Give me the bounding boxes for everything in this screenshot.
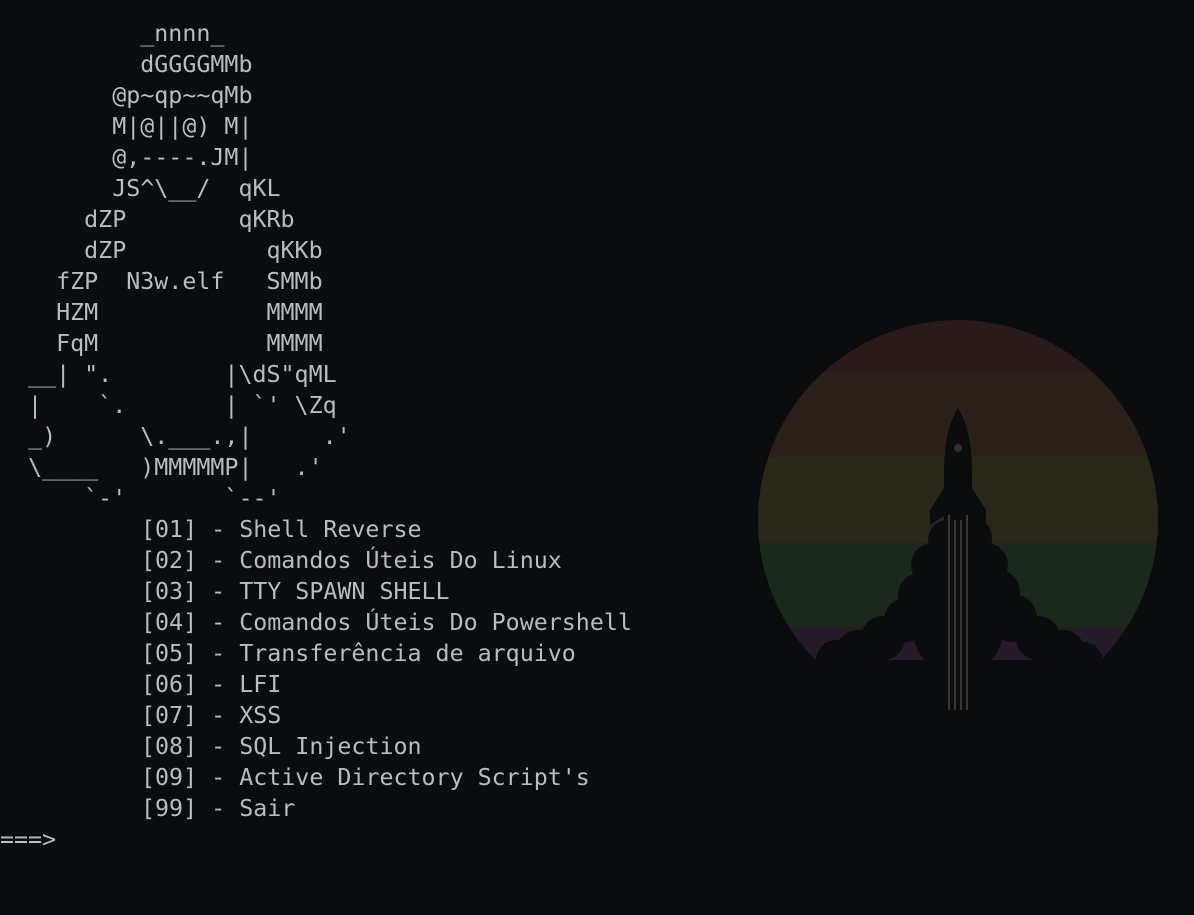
ascii-art-line: _) \.___.,| .' (0, 423, 351, 450)
ascii-art-line: @p~qp~~qMb (0, 82, 253, 109)
menu-item-label: XSS (239, 702, 282, 729)
menu-item-separator: - (197, 609, 240, 636)
menu-item-separator: - (197, 547, 240, 574)
menu-item-label: TTY SPAWN SHELL (239, 578, 450, 605)
menu-item-separator: - (197, 733, 240, 760)
ascii-art-line: HZM MMMM (0, 299, 323, 326)
menu-item: [02] - Comandos Úteis Do Linux (141, 545, 562, 576)
prompt-arrow: ===> (0, 826, 57, 853)
menu-item: [09] - Active Directory Script's (141, 762, 590, 793)
ascii-art-line: | `. | `' \Zq (0, 392, 337, 419)
menu-item-number: [07] (141, 702, 198, 729)
menu-item-separator: - (197, 764, 240, 791)
terminal-window[interactable]: _nnnn_ dGGGGMMb @p~qp~~qMb M|@||@) M| @,… (0, 0, 1194, 915)
menu-item-number: [01] (141, 516, 198, 543)
menu-item-number: [99] (141, 795, 198, 822)
ascii-art-line: dZP qKRb (0, 206, 295, 233)
menu-item-separator: - (197, 702, 240, 729)
ascii-art-line: `-' `--' (0, 485, 281, 512)
wallpaper-rocket-sunset (758, 320, 1158, 720)
menu-item-separator: - (197, 671, 240, 698)
ascii-art-line: dGGGGMMb (0, 51, 253, 78)
menu-item-label: Active Directory Script's (239, 764, 590, 791)
menu-item-number: [09] (141, 764, 198, 791)
ascii-art-line: M|@||@) M| (0, 113, 253, 140)
ascii-art-line: \____ )MMMMMP| .' (0, 454, 323, 481)
menu-item: [99] - Sair (141, 793, 295, 824)
menu-item-label: Comandos Úteis Do Linux (239, 547, 562, 574)
ascii-art-line: _nnnn_ (0, 20, 225, 47)
menu-item: [08] - SQL Injection (141, 731, 422, 762)
rocket-window (954, 444, 962, 452)
ascii-art-line: JS^\__/ qKL (0, 175, 281, 202)
ascii-art-line: __| ". |\dS"qML (0, 361, 337, 388)
menu-item: [05] - Transferência de arquivo (141, 638, 576, 669)
menu-item-number: [03] (141, 578, 198, 605)
ascii-art-line: fZP N3w.elf SMMb (0, 268, 323, 295)
ascii-art-line: dZP qKKb (0, 237, 323, 264)
menu-item-number: [08] (141, 733, 198, 760)
menu-item-separator: - (197, 516, 240, 543)
menu-item: [04] - Comandos Úteis Do Powershell (141, 607, 632, 638)
menu-item-number: [06] (141, 671, 198, 698)
menu-item: [07] - XSS (141, 700, 281, 731)
menu-item: [03] - TTY SPAWN SHELL (141, 576, 450, 607)
menu-item-number: [05] (141, 640, 198, 667)
menu-item-number: [02] (141, 547, 198, 574)
ascii-art-line: FqM MMMM (0, 330, 323, 357)
menu-item-label: Comandos Úteis Do Powershell (239, 609, 632, 636)
menu-item: [01] - Shell Reverse (141, 514, 422, 545)
input-prompt[interactable]: ===> (0, 824, 56, 855)
menu-item-separator: - (197, 578, 240, 605)
menu-item-label: Transferência de arquivo (239, 640, 576, 667)
menu-item-separator: - (197, 640, 240, 667)
menu-item-separator: - (197, 795, 240, 822)
menu-item-label: LFI (239, 671, 282, 698)
menu-item-label: SQL Injection (239, 733, 422, 760)
ascii-art-line: @,----.JM| (0, 144, 253, 171)
menu-item-label: Shell Reverse (239, 516, 422, 543)
menu-item-label: Sair (239, 795, 296, 822)
menu-item-number: [04] (141, 609, 198, 636)
menu-item: [06] - LFI (141, 669, 281, 700)
